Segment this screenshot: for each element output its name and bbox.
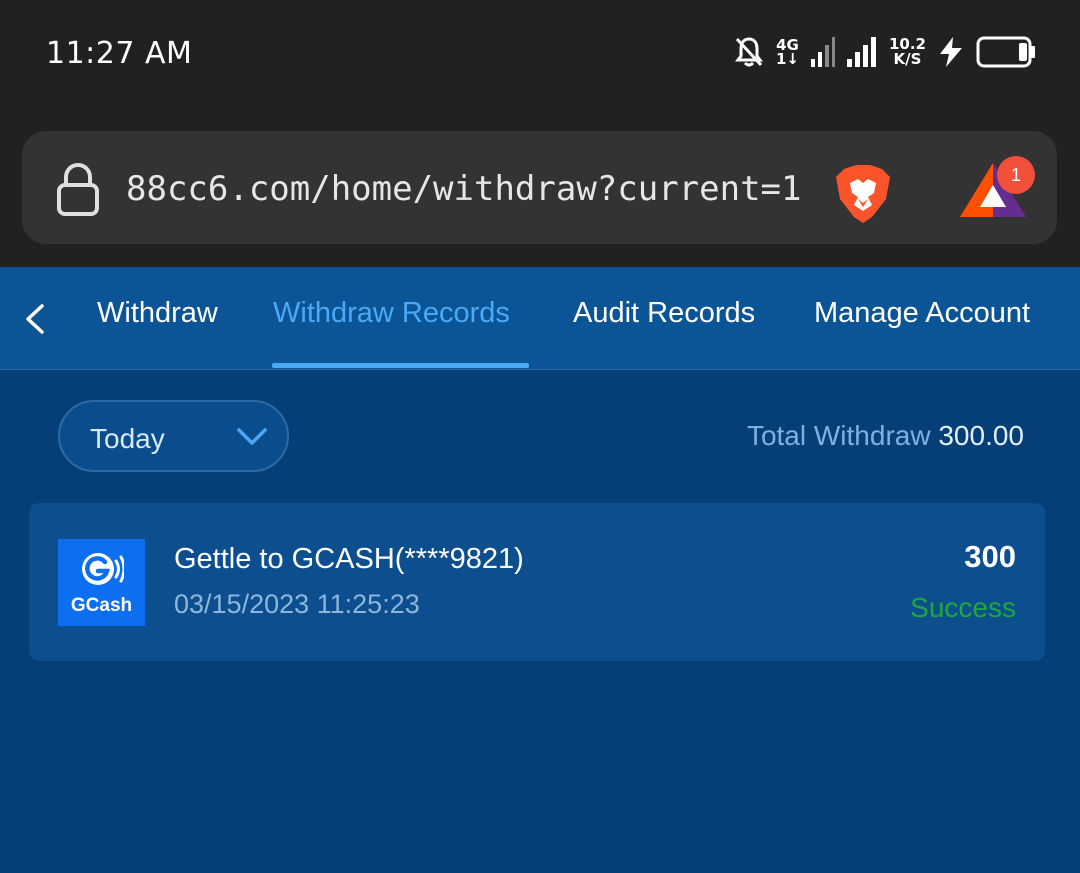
browser-chrome: 88cc6.com/home/withdraw?current=1 1 xyxy=(0,110,1080,267)
tab-withdraw[interactable]: Withdraw xyxy=(97,297,218,330)
record-amount: 300 xyxy=(964,539,1016,574)
gcash-g-icon xyxy=(82,553,124,585)
tab-audit-records[interactable]: Audit Records xyxy=(573,297,755,330)
network-type: 4G 1↓ xyxy=(775,36,799,68)
total-withdraw-value: 300.00 xyxy=(938,420,1024,451)
notifications-muted-icon xyxy=(734,37,763,67)
tab-withdraw-records[interactable]: Withdraw Records xyxy=(273,297,510,330)
notification-badge: 1 xyxy=(997,156,1035,194)
date-filter-dropdown[interactable]: Today xyxy=(58,400,289,472)
total-withdraw: Total Withdraw 300.00 xyxy=(747,420,1024,452)
gcash-logo: GCash xyxy=(58,539,145,626)
signal-1-icon xyxy=(810,37,835,67)
chevron-down-icon xyxy=(237,428,267,445)
signal-2-icon xyxy=(846,37,876,67)
tab-bar: Withdraw Withdraw Records Audit Records … xyxy=(0,267,1080,370)
record-datetime: 03/15/2023 11:25:23 xyxy=(174,589,420,619)
withdraw-record-row[interactable]: GCash Gettle to GCASH(****9821) 03/15/20… xyxy=(29,503,1045,661)
network-speed: 10.2 K/S xyxy=(888,35,926,68)
active-tab-indicator xyxy=(272,363,529,368)
gcash-wordmark: GCash xyxy=(70,595,133,616)
brave-lion-icon[interactable] xyxy=(832,163,894,225)
record-status: Success xyxy=(910,592,1016,623)
lock-icon[interactable] xyxy=(56,163,100,217)
url-text[interactable]: 88cc6.com/home/withdraw?current=1 xyxy=(126,169,802,209)
total-withdraw-label: Total Withdraw xyxy=(746,420,931,451)
address-bar[interactable]: 88cc6.com/home/withdraw?current=1 1 xyxy=(22,131,1057,244)
tab-manage-account[interactable]: Manage Account xyxy=(814,297,1030,330)
back-arrow-icon[interactable] xyxy=(22,303,48,335)
record-title: Gettle to GCASH(****9821) xyxy=(174,543,524,575)
battery-icon xyxy=(976,36,1035,68)
date-filter-label: Today xyxy=(90,423,165,454)
status-icons: 4G 1↓ 10.2 K/S xyxy=(734,34,1036,70)
charging-icon xyxy=(940,37,962,67)
status-time: 11:27 AM xyxy=(46,36,193,71)
status-bar: 11:27 AM 4G 1↓ 10.2 K/S xyxy=(0,0,1080,110)
